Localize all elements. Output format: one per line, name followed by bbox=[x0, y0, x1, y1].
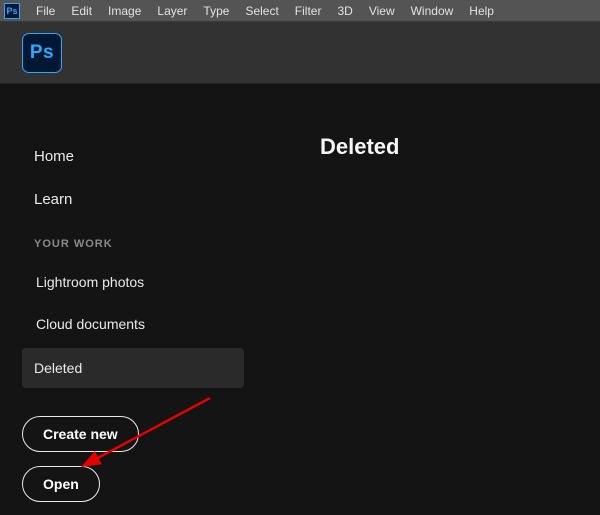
sidebar-item-cloud-documents[interactable]: Cloud documents bbox=[34, 306, 240, 342]
sidebar: Home Learn YOUR WORK Lightroom photos Cl… bbox=[0, 84, 260, 515]
sidebar-item-home[interactable]: Home bbox=[34, 140, 240, 173]
page-title: Deleted bbox=[320, 134, 600, 160]
sidebar-item-learn[interactable]: Learn bbox=[34, 183, 240, 216]
menu-window[interactable]: Window bbox=[403, 0, 462, 22]
menu-file[interactable]: File bbox=[28, 0, 63, 22]
open-button[interactable]: Open bbox=[22, 466, 100, 502]
action-buttons: Create new Open bbox=[22, 416, 240, 515]
main-pane: Deleted bbox=[260, 84, 600, 515]
menu-type[interactable]: Type bbox=[195, 0, 237, 22]
menu-layer[interactable]: Layer bbox=[149, 0, 195, 22]
home-screen: Home Learn YOUR WORK Lightroom photos Cl… bbox=[0, 84, 600, 515]
create-new-button[interactable]: Create new bbox=[22, 416, 139, 452]
sidebar-item-lightroom-photos[interactable]: Lightroom photos bbox=[34, 264, 240, 300]
header-strip: Ps bbox=[0, 22, 600, 84]
menu-3d[interactable]: 3D bbox=[329, 0, 360, 22]
menubar: Ps File Edit Image Layer Type Select Fil… bbox=[0, 0, 600, 22]
sidebar-section-your-work: YOUR WORK bbox=[34, 238, 240, 250]
menu-filter[interactable]: Filter bbox=[287, 0, 330, 22]
photoshop-app-icon: Ps bbox=[4, 3, 20, 19]
photoshop-logo: Ps bbox=[22, 33, 62, 73]
menu-select[interactable]: Select bbox=[237, 0, 286, 22]
menu-view[interactable]: View bbox=[361, 0, 403, 22]
sidebar-item-deleted[interactable]: Deleted bbox=[22, 348, 244, 388]
menu-edit[interactable]: Edit bbox=[63, 0, 100, 22]
menu-help[interactable]: Help bbox=[461, 0, 502, 22]
menu-image[interactable]: Image bbox=[100, 0, 149, 22]
